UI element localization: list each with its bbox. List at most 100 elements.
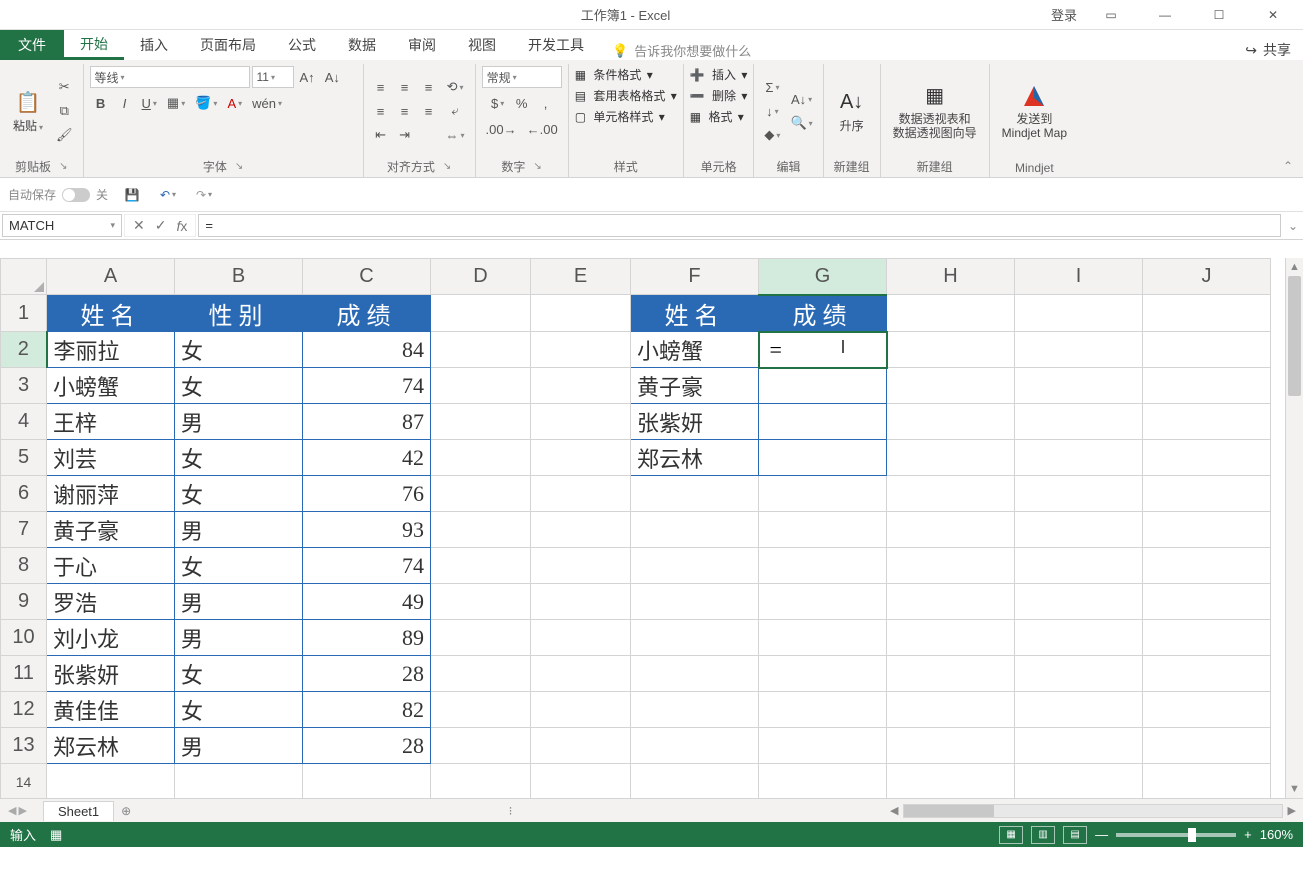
underline-button[interactable]: U	[138, 92, 161, 114]
cell[interactable]	[887, 656, 1015, 692]
cell[interactable]	[1143, 368, 1271, 404]
cell[interactable]	[1143, 295, 1271, 332]
font-name-combo[interactable]: 等线	[90, 66, 250, 88]
cut-button[interactable]: ✂	[52, 76, 77, 98]
cell[interactable]	[531, 548, 631, 584]
cell[interactable]	[759, 548, 887, 584]
cell[interactable]	[887, 620, 1015, 656]
col-header[interactable]: E	[531, 259, 631, 295]
cell[interactable]	[759, 728, 887, 764]
cell[interactable]	[631, 512, 759, 548]
merge-button[interactable]: ⇔	[442, 124, 469, 146]
worksheet-grid[interactable]: A B C D E F G H I J 1 姓名 性别 成绩 姓名 成绩 2 李…	[0, 258, 1303, 798]
cell[interactable]	[1015, 404, 1143, 440]
scroll-left-icon[interactable]: ◀	[887, 804, 901, 817]
launcher-icon[interactable]: ↘	[235, 161, 243, 172]
paste-button[interactable]: 📋 粘贴	[6, 87, 50, 135]
scroll-down-icon[interactable]: ▼	[1286, 780, 1303, 798]
cell[interactable]	[431, 476, 531, 512]
cell[interactable]: 谢丽萍	[47, 476, 175, 512]
view-break-button[interactable]: ▤	[1063, 826, 1087, 844]
cell[interactable]: 男	[175, 584, 303, 620]
row-header[interactable]: 2	[1, 332, 47, 368]
pivot-wizard-button[interactable]: ▦ 数据透视表和 数据透视图向导	[887, 80, 983, 143]
cell[interactable]: 女	[175, 476, 303, 512]
fx-icon[interactable]: fx	[176, 218, 187, 234]
cell[interactable]: 49	[303, 584, 431, 620]
cell[interactable]	[1015, 728, 1143, 764]
cell[interactable]	[1143, 332, 1271, 368]
tab-formulas[interactable]: 公式	[272, 30, 332, 60]
italic-button[interactable]: I	[114, 92, 136, 114]
cell[interactable]	[531, 584, 631, 620]
dec-decimal-button[interactable]: ←.00	[523, 118, 562, 140]
cell[interactable]	[431, 620, 531, 656]
phonetic-button[interactable]: wén	[248, 92, 286, 114]
name-box[interactable]: MATCH	[2, 214, 122, 237]
ribbon-options-icon[interactable]: ▭	[1091, 1, 1131, 29]
align-center-button[interactable]: ≡	[394, 100, 416, 122]
tab-page-layout[interactable]: 页面布局	[184, 30, 272, 60]
zoom-level[interactable]: 160%	[1260, 827, 1293, 842]
maximize-icon[interactable]: ☐	[1199, 1, 1239, 29]
cell[interactable]: 74	[303, 368, 431, 404]
cell[interactable]: 李丽拉	[47, 332, 175, 368]
decrease-font-button[interactable]: A↓	[321, 66, 344, 88]
currency-button[interactable]: $	[487, 92, 509, 114]
cell[interactable]: 74	[303, 548, 431, 584]
tell-me[interactable]: 💡 告诉我你想要做什么	[600, 41, 751, 60]
inc-decimal-button[interactable]: .00→	[482, 118, 521, 140]
cell[interactable]	[759, 440, 887, 476]
cell[interactable]	[759, 764, 887, 799]
sort-asc-button[interactable]: A↓ 升序	[830, 87, 874, 135]
login-text[interactable]: 登录	[1051, 5, 1077, 24]
cell[interactable]	[887, 692, 1015, 728]
cell[interactable]	[631, 692, 759, 728]
cell[interactable]	[431, 295, 531, 332]
minimize-icon[interactable]: —	[1145, 1, 1185, 29]
cell[interactable]	[1143, 404, 1271, 440]
cell[interactable]: 84	[303, 332, 431, 368]
cell[interactable]	[887, 764, 1015, 799]
cell[interactable]: 性别	[175, 295, 303, 332]
col-header[interactable]: H	[887, 259, 1015, 295]
cell[interactable]	[531, 764, 631, 799]
sheet-nav-prev-icon[interactable]: ◀	[8, 804, 16, 817]
cell[interactable]	[887, 332, 1015, 368]
number-format-combo[interactable]: 常规	[482, 66, 562, 88]
cell[interactable]: 黄子豪	[47, 512, 175, 548]
cell[interactable]: 黄子豪	[631, 368, 759, 404]
cell[interactable]: 张紫妍	[631, 404, 759, 440]
tab-developer[interactable]: 开发工具	[512, 30, 600, 60]
cell[interactable]	[631, 584, 759, 620]
col-header[interactable]: D	[431, 259, 531, 295]
cell[interactable]	[531, 692, 631, 728]
cell[interactable]	[431, 512, 531, 548]
tab-data[interactable]: 数据	[332, 30, 392, 60]
cell[interactable]	[431, 656, 531, 692]
cell-edit-input[interactable]	[766, 333, 880, 367]
cell[interactable]: 女	[175, 548, 303, 584]
cell[interactable]	[759, 476, 887, 512]
cell[interactable]	[431, 332, 531, 368]
col-header[interactable]: C	[303, 259, 431, 295]
cell[interactable]: 男	[175, 620, 303, 656]
percent-button[interactable]: %	[511, 92, 533, 114]
sort-filter-button[interactable]: A↓	[786, 88, 816, 110]
col-header[interactable]: I	[1015, 259, 1143, 295]
cell[interactable]: 男	[175, 404, 303, 440]
fill-button[interactable]: ↓	[760, 100, 784, 122]
cell[interactable]	[759, 404, 887, 440]
cell[interactable]	[631, 764, 759, 799]
cell[interactable]	[631, 728, 759, 764]
cell[interactable]	[431, 692, 531, 728]
row-header[interactable]: 5	[1, 440, 47, 476]
cell[interactable]	[531, 295, 631, 332]
vertical-scrollbar[interactable]: ▲ ▼	[1285, 258, 1303, 798]
cell[interactable]	[431, 368, 531, 404]
cell[interactable]	[531, 404, 631, 440]
cell[interactable]	[887, 476, 1015, 512]
cell-style-button[interactable]: ▢ 单元格样式 ▾	[575, 108, 665, 125]
insert-cells-button[interactable]: ➕ 插入 ▾	[690, 66, 748, 83]
cell[interactable]	[887, 295, 1015, 332]
